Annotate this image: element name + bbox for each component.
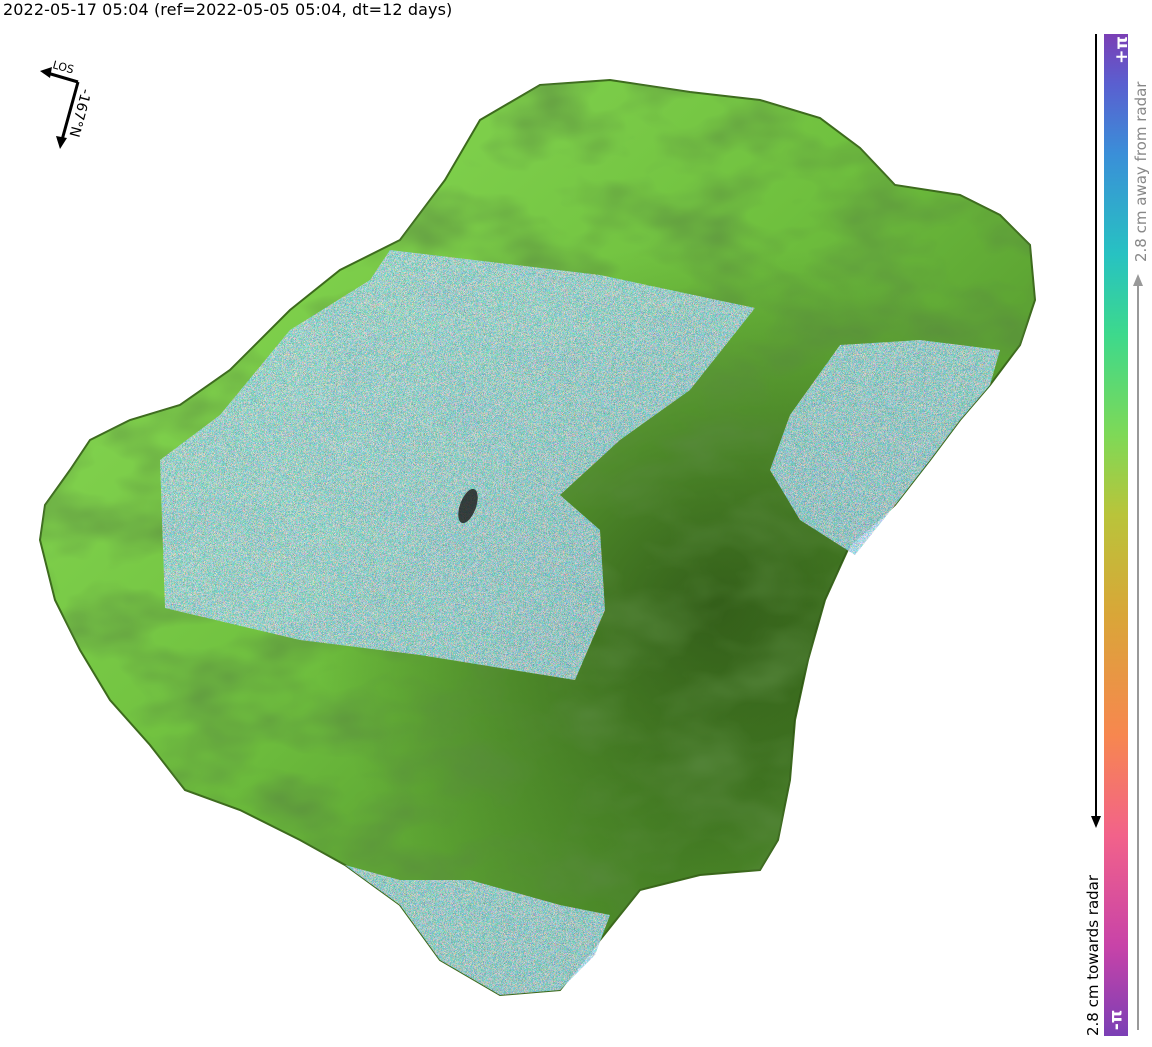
away-from-radar-label: 2.8 cm away from radar (1132, 81, 1150, 262)
colorbar-bottom-label: -π (1106, 1009, 1127, 1031)
los-compass: LOS -167°N (40, 58, 94, 149)
colorbar-top-label: +π (1111, 36, 1132, 64)
towards-radar-label: 2.8 cm towards radar (1084, 874, 1102, 1036)
interferogram-map (38, 78, 1037, 997)
